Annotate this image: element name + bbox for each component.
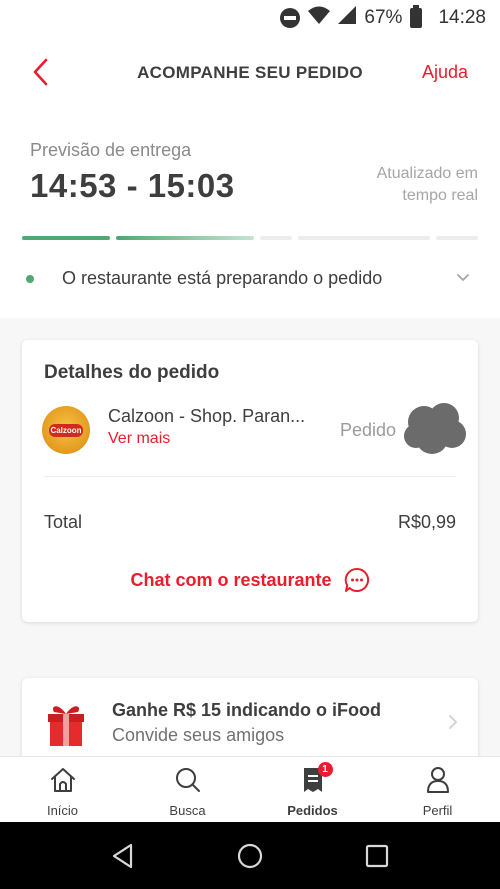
nav-recents-button[interactable] xyxy=(357,836,397,876)
wifi-icon xyxy=(308,6,331,30)
home-icon xyxy=(49,765,77,795)
tab-label: Pedidos xyxy=(287,803,338,818)
total-label: Total xyxy=(44,512,83,532)
nav-home-button[interactable] xyxy=(230,836,270,876)
profile-icon xyxy=(425,765,451,795)
promo-title: Ganhe R$ 15 indicando o iFood xyxy=(112,700,382,720)
search-icon xyxy=(174,765,202,795)
chat-bubble-icon xyxy=(344,567,369,592)
progress-segment xyxy=(436,236,478,240)
realtime-note: Atualizado em tempo real xyxy=(376,165,478,204)
orders-icon: 1 xyxy=(301,762,333,795)
order-number-label: Pedido xyxy=(340,420,397,440)
battery-percent: 67% xyxy=(364,7,403,28)
tab-home[interactable]: Início xyxy=(0,757,125,822)
tab-search[interactable]: Busca xyxy=(125,757,250,822)
order-details-title: Detalhes do pedido xyxy=(44,362,220,383)
restaurant-logo: Calzoon xyxy=(42,406,90,454)
order-status-row[interactable]: O restaurante está preparando o pedido xyxy=(0,258,500,300)
tab-label: Busca xyxy=(169,803,206,818)
help-link[interactable]: Ajuda xyxy=(422,62,468,83)
chat-button-label: Chat com o restaurante xyxy=(130,569,332,590)
tab-label: Início xyxy=(46,803,79,818)
progress-segment xyxy=(260,236,292,240)
tab-orders[interactable]: 1 Pedidos xyxy=(250,757,375,822)
forecast-time: 14:53 - 15:03 xyxy=(30,167,235,204)
status-bar: 67% 14:28 xyxy=(0,0,500,36)
progress-segment xyxy=(116,236,254,240)
promo-subtitle: Convide seus amigos xyxy=(112,725,285,745)
nav-back-button[interactable] xyxy=(103,836,143,876)
signal-icon xyxy=(338,6,357,30)
order-status-text: O restaurante está preparando o pedido xyxy=(62,268,383,288)
chevron-down-icon[interactable] xyxy=(456,270,470,288)
logo-text: Calzoon xyxy=(49,423,83,437)
tab-profile[interactable]: Perfil xyxy=(375,757,500,822)
bottom-tab-bar: Início Busca 1 Pedidos Perfil xyxy=(0,756,500,822)
forecast-label: Previsão de entrega xyxy=(30,140,192,160)
circle-home-icon xyxy=(237,843,263,868)
order-progress xyxy=(22,236,478,240)
gift-icon xyxy=(48,706,84,746)
redacted-order-number xyxy=(404,403,466,454)
do-not-disturb-icon xyxy=(280,8,301,28)
divider xyxy=(44,476,456,477)
header: ACOMPANHE SEU PEDIDO Ajuda xyxy=(0,40,500,104)
battery-icon xyxy=(410,5,423,28)
see-more-link[interactable]: Ver mais xyxy=(108,430,170,448)
triangle-back-icon xyxy=(113,843,133,868)
total-value: R$0,99 xyxy=(397,512,456,532)
clock: 14:28 xyxy=(438,7,486,28)
status-dot xyxy=(26,275,34,283)
progress-segment xyxy=(298,236,430,240)
delivery-forecast: Previsão de entrega 14:53 - 15:03 xyxy=(30,140,235,205)
progress-segment xyxy=(22,236,110,240)
system-navigation-bar xyxy=(0,822,500,889)
chat-with-restaurant-button[interactable]: Chat com o restaurante xyxy=(22,562,478,598)
order-details-card: Detalhes do pedido Calzoon Calzoon - Sho… xyxy=(22,340,478,622)
chevron-right-icon xyxy=(448,714,458,735)
tab-label: Perfil xyxy=(422,803,453,818)
square-recents-icon xyxy=(365,844,388,867)
orders-badge: 1 xyxy=(317,762,333,777)
restaurant-name: Calzoon - Shop. Paran... xyxy=(108,406,306,426)
